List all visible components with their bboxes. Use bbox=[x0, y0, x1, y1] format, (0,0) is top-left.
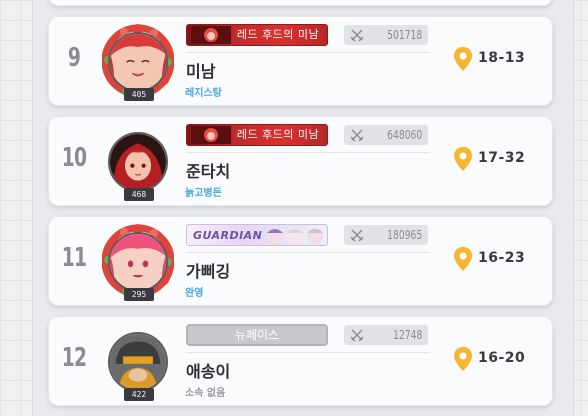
avatar[interactable] bbox=[108, 132, 168, 192]
title-text: 뉴페이스 bbox=[234, 328, 280, 342]
title-text: GUARDIAN bbox=[193, 229, 263, 242]
crossed-swords-icon bbox=[350, 129, 364, 142]
power-box: 648060 bbox=[344, 125, 428, 145]
title-text: 레드 후드의 미남 bbox=[236, 28, 320, 41]
crossed-swords-icon bbox=[350, 329, 364, 342]
title-banner: 레드 후드의 미남 bbox=[186, 24, 328, 46]
power-value: 12748 bbox=[392, 328, 422, 342]
location-coordinates[interactable]: 16-20 bbox=[478, 350, 525, 366]
location-coordinates[interactable]: 17-32 bbox=[478, 150, 525, 166]
level-badge: 422 bbox=[124, 388, 154, 401]
level-badge: 295 bbox=[124, 288, 154, 301]
location-coordinates[interactable]: 18-13 bbox=[478, 50, 525, 66]
power-box: 180965 bbox=[344, 225, 428, 245]
location-pin-icon bbox=[454, 147, 472, 171]
crossed-swords-icon bbox=[350, 29, 364, 42]
ranking-row[interactable]: 10 468 레드 후드의 미남 648060 준타치 늙고병든 17-32 bbox=[48, 116, 553, 206]
level-badge: 405 bbox=[124, 88, 154, 101]
rank-number: 12 bbox=[61, 343, 87, 373]
title-banner: 레드 후드의 미남 bbox=[186, 124, 328, 146]
ranking-panel: 9 405 레드 후드의 미남 501718 미남 레지스탕 18-13 10 … bbox=[32, 0, 574, 416]
avatar[interactable] bbox=[108, 32, 168, 92]
guild-name[interactable]: 레지스탕 bbox=[185, 84, 222, 99]
banner-character-art bbox=[267, 228, 323, 244]
title-banner: 뉴페이스 bbox=[186, 324, 328, 346]
power-box: 501718 bbox=[344, 25, 428, 45]
divider bbox=[186, 52, 430, 53]
power-value: 180965 bbox=[386, 228, 422, 242]
guild-name[interactable]: 늙고병든 bbox=[185, 184, 222, 199]
rank-number: 10 bbox=[61, 143, 87, 173]
player-name: 애송이 bbox=[186, 362, 231, 381]
ranking-row[interactable]: 12 422 뉴페이스 12748 애송이 소속 없음 16-20 bbox=[48, 316, 553, 406]
power-box: 12748 bbox=[344, 325, 428, 345]
guild-name: 소속 없음 bbox=[185, 388, 226, 399]
divider bbox=[186, 152, 430, 153]
level-badge: 468 bbox=[124, 188, 154, 201]
avatar[interactable] bbox=[108, 232, 168, 292]
divider bbox=[186, 352, 430, 353]
banner-character-art bbox=[191, 26, 231, 44]
ranking-row[interactable]: 11 295 GUARDIAN 180965 가삐깅 완영 16-23 bbox=[48, 216, 553, 306]
location-pin-icon bbox=[454, 47, 472, 71]
location-pin-icon bbox=[454, 347, 472, 371]
title-text: 레드 후드의 미남 bbox=[236, 128, 320, 141]
power-value: 501718 bbox=[386, 28, 422, 42]
title-banner: GUARDIAN bbox=[186, 224, 328, 246]
ranking-row-partial[interactable] bbox=[48, 0, 553, 6]
avatar[interactable] bbox=[108, 332, 168, 392]
location-pin-icon bbox=[454, 247, 472, 271]
rank-number: 9 bbox=[67, 43, 81, 73]
rank-number: 11 bbox=[61, 243, 87, 273]
banner-character-art bbox=[191, 126, 231, 144]
power-value: 648060 bbox=[386, 128, 422, 142]
divider bbox=[186, 252, 430, 253]
player-name: 미남 bbox=[186, 62, 216, 81]
player-name: 가삐깅 bbox=[186, 262, 231, 281]
guild-name[interactable]: 완영 bbox=[185, 284, 203, 299]
ranking-row[interactable]: 9 405 레드 후드의 미남 501718 미남 레지스탕 18-13 bbox=[48, 16, 553, 106]
player-name: 준타치 bbox=[186, 162, 231, 181]
crossed-swords-icon bbox=[350, 229, 364, 242]
location-coordinates[interactable]: 16-23 bbox=[478, 250, 525, 266]
